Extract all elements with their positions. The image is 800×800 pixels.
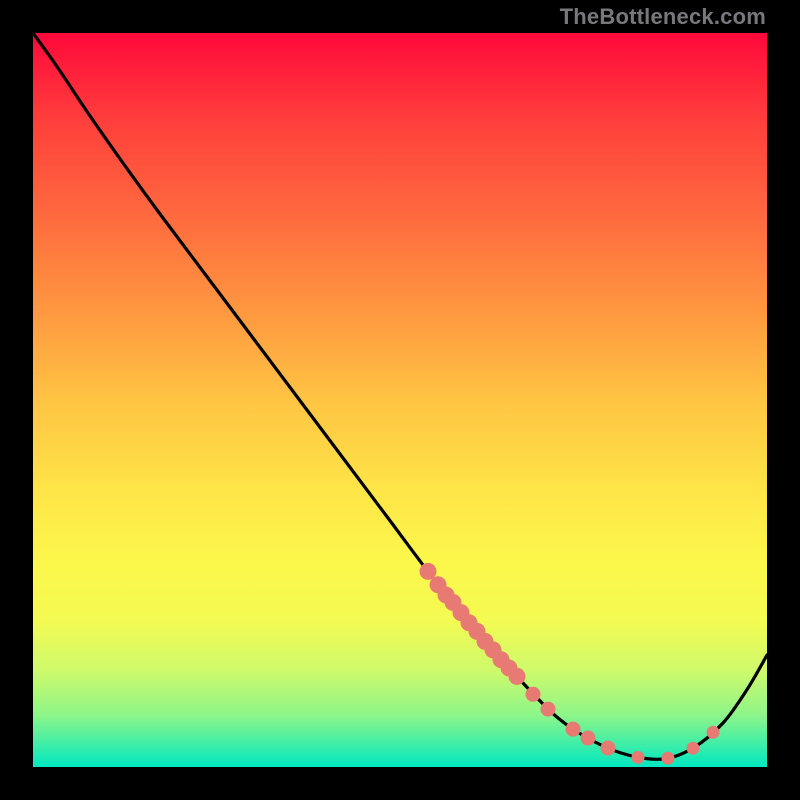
curve-dot [707, 726, 720, 739]
curve-dot [526, 687, 541, 702]
curve-dot [687, 742, 700, 755]
bottleneck-curve [33, 33, 767, 759]
chart-stage: TheBottleneck.com [0, 0, 800, 800]
curve-dot [541, 702, 556, 717]
plot-area [33, 33, 767, 767]
curve-dot [601, 741, 616, 756]
chart-svg [33, 33, 767, 767]
curve-dots [420, 563, 720, 765]
curve-dot [509, 668, 526, 685]
curve-dot [632, 751, 645, 764]
watermark-text: TheBottleneck.com [560, 4, 766, 30]
curve-dot [662, 752, 675, 765]
curve-dot [581, 731, 596, 746]
curve-dot [566, 722, 581, 737]
